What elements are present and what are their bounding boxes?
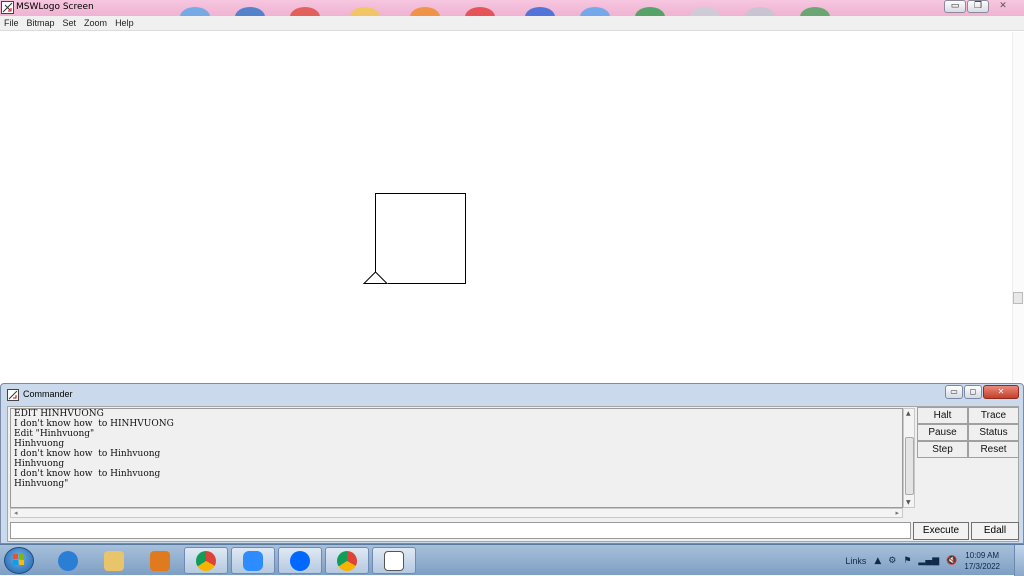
menu-help[interactable]: Help	[115, 16, 134, 30]
taskbar-internet-explorer[interactable]	[46, 547, 90, 574]
canvas-scroll-thumb[interactable]	[1013, 292, 1023, 304]
network-device-icon[interactable]: ⚙	[888, 556, 896, 566]
clock-date: 17/3/2022	[964, 561, 1000, 571]
menu-file[interactable]: File	[4, 16, 19, 30]
taskbar-chrome[interactable]	[184, 547, 228, 574]
taskbar-file-explorer[interactable]	[92, 547, 136, 574]
close-button[interactable]: ✕	[990, 0, 1016, 13]
commander-minimize-button[interactable]: ▭	[945, 385, 963, 399]
taskbar-zalo[interactable]	[278, 547, 322, 574]
status-button[interactable]: Status	[968, 424, 1019, 441]
command-history[interactable]: EDIT HINHVUONG I don't know how to HINHV…	[10, 408, 903, 508]
clock[interactable]: 10:09 AM 17/3/2022	[964, 550, 1000, 572]
history-line: EDIT HINHVUONG	[14, 409, 104, 419]
commander-maximize-button[interactable]: ◻	[964, 385, 982, 399]
trace-button[interactable]: Trace	[968, 407, 1019, 424]
history-line: Edit "Hinhvuong"	[14, 429, 95, 439]
commander-body: EDIT HINHVUONG I don't know how to HINHV…	[7, 406, 1019, 542]
commander-buttons: Halt Trace Pause Status Step Reset	[917, 407, 1019, 458]
history-horizontal-scrollbar[interactable]: ◂ ▸	[10, 508, 903, 518]
chrome-icon	[196, 550, 216, 571]
drawn-square	[375, 193, 466, 284]
taskbar-zoom[interactable]	[231, 547, 275, 574]
show-desktop-button[interactable]	[1014, 545, 1024, 576]
reset-button[interactable]: Reset	[968, 441, 1019, 458]
drawing-canvas[interactable]	[0, 32, 1012, 382]
menu-bar: File Bitmap Set Zoom Help	[0, 16, 1024, 31]
commander-title: Commander	[23, 389, 73, 399]
internet-explorer-icon	[58, 550, 78, 571]
turtle-icon	[362, 271, 389, 284]
halt-button[interactable]: Halt	[917, 407, 968, 424]
taskbar-mswlogo[interactable]	[372, 547, 416, 574]
menu-set[interactable]: Set	[63, 16, 77, 30]
mswlogo-icon	[384, 550, 404, 571]
mswlogo-app-icon	[1, 1, 14, 14]
folder-icon	[104, 550, 124, 571]
pause-button[interactable]: Pause	[917, 424, 968, 441]
show-hidden-icons-icon[interactable]: ▲	[874, 556, 881, 566]
menu-zoom[interactable]: Zoom	[84, 16, 107, 30]
zalo-icon	[290, 550, 310, 571]
chrome-user-icon	[337, 550, 357, 571]
media-player-icon	[150, 550, 170, 571]
zoom-icon	[243, 550, 263, 571]
scroll-left-arrow-icon[interactable]: ◂	[14, 509, 18, 517]
taskbar: Links ▲ ⚙ ⚑ ▂▄▆ 🔇 10:09 AM 17/3/2022	[0, 544, 1024, 576]
history-vertical-scrollbar[interactable]: ▲ ▼	[903, 408, 915, 508]
window-titlebar[interactable]: MSWLogo Screen ▭ ❐ ✕	[0, 0, 1024, 16]
start-button[interactable]	[4, 547, 34, 574]
volume-muted-icon[interactable]: 🔇	[946, 556, 957, 566]
scroll-down-arrow-icon[interactable]: ▼	[906, 499, 911, 506]
commander-window: Commander ▭ ◻ ✕ EDIT HINHVUONG I don't k…	[0, 383, 1024, 544]
menu-bitmap[interactable]: Bitmap	[27, 16, 55, 30]
turtle-graphics	[362, 193, 466, 285]
execute-button[interactable]: Execute	[913, 522, 969, 540]
history-line: I don't know how to Hinhvuong	[14, 469, 161, 479]
minimize-button[interactable]: ▭	[944, 0, 966, 13]
edall-button[interactable]: Edall	[971, 522, 1019, 540]
scroll-right-arrow-icon[interactable]: ▸	[895, 509, 899, 517]
scroll-up-arrow-icon[interactable]: ▲	[906, 410, 911, 417]
clock-time: 10:09 AM	[965, 550, 1000, 560]
taskbar-chrome-user[interactable]	[325, 547, 369, 574]
system-tray: Links ▲ ⚙ ⚑ ▂▄▆ 🔇 10:09 AM 17/3/2022	[845, 545, 1024, 576]
history-line: I don't know how to HINHVUONG	[14, 419, 174, 429]
window-title: MSWLogo Screen	[16, 2, 94, 12]
titlebar-decoration	[120, 5, 880, 16]
signal-icon[interactable]: ▂▄▆	[918, 556, 939, 566]
history-scroll-thumb[interactable]	[905, 437, 914, 495]
history-line: Hinhvuong	[14, 439, 65, 449]
taskbar-media-player[interactable]	[138, 547, 182, 574]
commander-close-button[interactable]: ✕	[983, 385, 1019, 399]
history-line: Hinhvuong	[14, 459, 65, 469]
history-line: Hinhvuong"	[14, 479, 69, 489]
restore-button[interactable]: ❐	[967, 0, 989, 13]
flag-icon[interactable]: ⚑	[903, 556, 911, 566]
command-input[interactable]	[10, 522, 911, 539]
step-button[interactable]: Step	[917, 441, 968, 458]
history-line: I don't know how to Hinhvuong	[14, 449, 161, 459]
links-toolbar[interactable]: Links	[845, 556, 866, 566]
commander-app-icon	[7, 389, 19, 401]
windows-logo-icon	[13, 554, 24, 565]
canvas-vertical-scrollbar[interactable]	[1012, 32, 1024, 382]
